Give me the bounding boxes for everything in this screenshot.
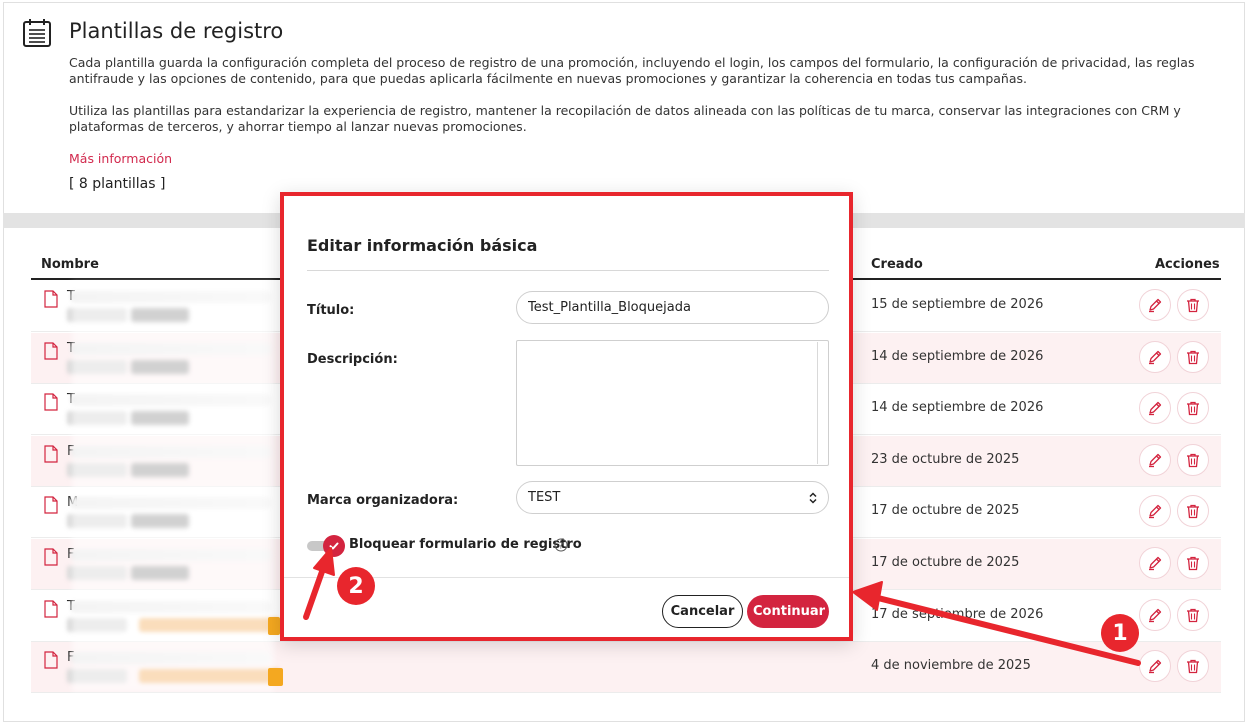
- edit-button[interactable]: [1139, 289, 1171, 321]
- document-icon: [44, 393, 58, 411]
- page-description-secondary: Utiliza las plantillas para estandarizar…: [69, 103, 1181, 134]
- delete-button[interactable]: [1177, 340, 1209, 373]
- trash-icon: [1187, 453, 1199, 467]
- delete-button[interactable]: [1177, 495, 1209, 528]
- created-date: 17 de octubre de 2025: [871, 503, 1020, 519]
- delete-button[interactable]: [1177, 547, 1209, 579]
- edit-button[interactable]: [1139, 443, 1171, 476]
- status-tag: [268, 668, 283, 686]
- pencil-icon: [1149, 660, 1162, 674]
- trash-icon: [1187, 556, 1199, 571]
- pencil-icon: [1149, 402, 1162, 416]
- trash-icon: [1187, 608, 1199, 622]
- calendar-list-icon: [23, 19, 51, 47]
- toggle-knob: [323, 535, 345, 557]
- document-icon: [44, 445, 58, 463]
- delete-button[interactable]: [1177, 650, 1209, 683]
- pencil-icon: [1149, 350, 1162, 364]
- lock-form-toggle[interactable]: [307, 535, 347, 557]
- column-header-name[interactable]: Nombre: [41, 257, 99, 272]
- title-label: Título:: [307, 303, 355, 318]
- delete-button[interactable]: [1177, 598, 1209, 631]
- description-label: Descripción:: [307, 352, 398, 367]
- document-icon: [44, 496, 58, 514]
- redacted-names-overlay: [72, 282, 274, 692]
- description-textarea[interactable]: [516, 340, 829, 466]
- cancel-button[interactable]: Cancelar: [662, 595, 743, 628]
- textarea-scrollbar[interactable]: [817, 342, 818, 464]
- created-date: 17 de septiembre de 2026: [871, 606, 1044, 622]
- column-header-actions: Acciones: [1155, 257, 1220, 272]
- brand-select-value: TEST: [528, 490, 561, 505]
- edit-button[interactable]: [1139, 495, 1171, 528]
- trash-icon: [1187, 505, 1199, 519]
- modal-title-divider: [307, 270, 829, 271]
- trash-icon: [1187, 350, 1199, 364]
- created-date: 4 de noviembre de 2025: [871, 658, 1031, 674]
- select-arrows-icon: [809, 491, 817, 504]
- title-input[interactable]: [516, 291, 829, 324]
- trash-icon: [1187, 402, 1199, 416]
- svg-text:?: ?: [559, 541, 564, 551]
- document-icon: [44, 548, 58, 566]
- page-description: Cada plantilla guarda la configuración c…: [69, 55, 1195, 86]
- trash-icon: [1187, 298, 1199, 313]
- modal-title: Editar información básica: [307, 236, 538, 255]
- edit-button[interactable]: [1139, 547, 1171, 579]
- document-icon: [44, 341, 58, 360]
- document-icon: [44, 290, 58, 308]
- delete-button[interactable]: [1177, 392, 1209, 425]
- continue-button[interactable]: Continuar: [747, 595, 829, 628]
- delete-button[interactable]: [1177, 289, 1209, 321]
- pencil-icon: [1149, 453, 1162, 467]
- step-badge-1: 1: [1101, 614, 1139, 652]
- trash-icon: [1187, 660, 1199, 674]
- pencil-icon: [1149, 556, 1162, 571]
- status-tag: [268, 617, 280, 635]
- template-count: [ 8 plantillas ]: [69, 176, 166, 192]
- created-date: 23 de octubre de 2025: [871, 451, 1020, 467]
- check-icon: [329, 542, 339, 550]
- edit-button[interactable]: [1139, 598, 1171, 631]
- column-header-created[interactable]: Creado: [871, 257, 923, 272]
- document-icon: [44, 651, 58, 669]
- lock-form-label: Bloquear formulario de registro: [349, 537, 582, 552]
- created-date: 17 de octubre de 2025: [871, 555, 1020, 570]
- pencil-icon: [1149, 505, 1162, 519]
- created-date: 14 de septiembre de 2026: [871, 400, 1044, 416]
- brand-label: Marca organizadora:: [307, 493, 459, 508]
- delete-button[interactable]: [1177, 443, 1209, 476]
- edit-button[interactable]: [1139, 340, 1171, 373]
- step-badge-2: 2: [337, 567, 375, 605]
- created-date: 15 de septiembre de 2026: [871, 297, 1044, 312]
- created-date: 14 de septiembre de 2026: [871, 348, 1044, 364]
- page-title: Plantillas de registro: [69, 19, 284, 43]
- help-icon[interactable]: ?: [554, 538, 568, 552]
- pencil-icon: [1149, 608, 1162, 622]
- edit-button[interactable]: [1139, 392, 1171, 425]
- pencil-icon: [1149, 298, 1162, 313]
- more-info-link[interactable]: Más información: [69, 151, 172, 166]
- brand-select[interactable]: TEST: [516, 481, 829, 514]
- document-icon: [44, 599, 58, 618]
- edit-button[interactable]: [1139, 650, 1171, 683]
